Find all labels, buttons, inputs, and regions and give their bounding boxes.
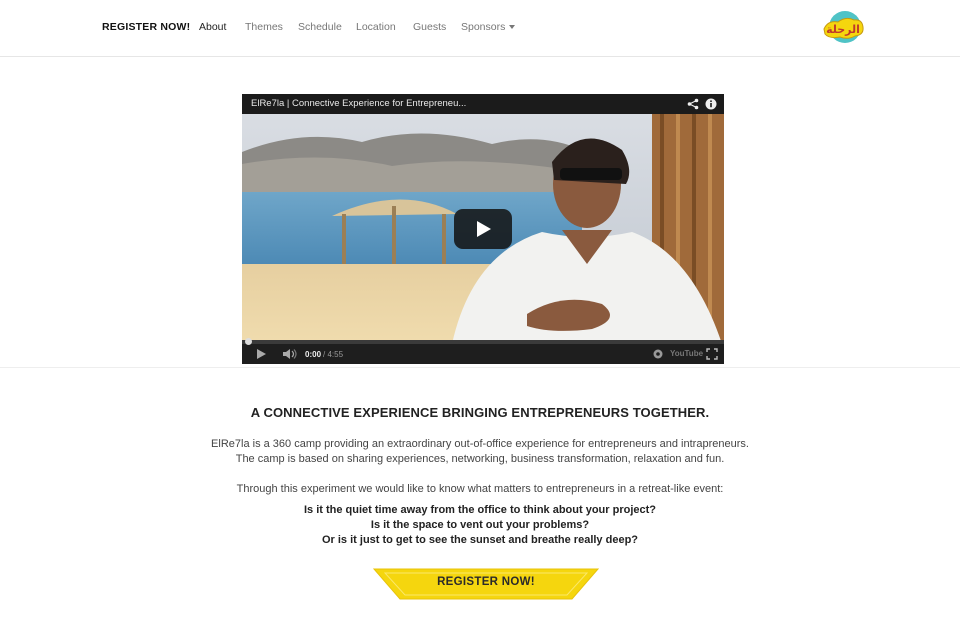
fullscreen-icon[interactable] [706, 348, 718, 360]
video-time-current: 0:00 [305, 350, 322, 359]
intro-paragraph-line-1: ElRe7la is a 360 camp providing an extra… [211, 438, 749, 450]
register-now-button[interactable]: REGISTER NOW! [372, 568, 600, 600]
register-now-label: REGISTER NOW! [437, 576, 535, 588]
nav-item-guests[interactable]: Guests [413, 21, 446, 33]
play-button[interactable] [454, 209, 512, 249]
question-1: Is it the quiet time away from the offic… [303, 504, 657, 516]
nav-item-sponsors-label: Sponsors [461, 21, 506, 33]
experiment-paragraph: Through this experiment we would like to… [236, 483, 724, 495]
nav-item-themes[interactable]: Themes [245, 21, 283, 33]
video-progress-bar[interactable] [242, 340, 724, 344]
chevron-down-icon [509, 25, 516, 30]
settings-icon[interactable] [652, 348, 664, 360]
volume-icon[interactable] [282, 348, 298, 360]
info-icon[interactable] [705, 98, 717, 110]
play-icon [477, 221, 491, 237]
video-player[interactable]: ElRe7la | Connective Experience for Entr… [242, 94, 724, 364]
top-navbar: REGISTER NOW! About Themes Schedule Loca… [0, 0, 960, 57]
section-headline: A CONNECTIVE EXPERIENCE BRINGING ENTREPR… [250, 405, 710, 420]
video-title[interactable]: ElRe7la | Connective Experience for Entr… [251, 98, 466, 109]
play-icon[interactable] [257, 349, 266, 359]
nav-item-about[interactable]: About [199, 21, 226, 33]
logo-text: الرحلة [826, 23, 860, 36]
youtube-logo[interactable]: YouTube [670, 349, 703, 358]
video-time-total: / 4:55 [323, 350, 344, 359]
video-section: ElRe7la | Connective Experience for Entr… [0, 57, 960, 368]
intro-paragraph-line-2: The camp is based on sharing experiences… [235, 453, 725, 465]
share-icon[interactable] [687, 98, 699, 110]
nav-item-sponsors[interactable]: Sponsors [461, 21, 516, 33]
nav-item-location[interactable]: Location [356, 21, 396, 33]
site-logo[interactable]: الرحلة [820, 8, 866, 46]
question-3: Or is it just to get to see the sunset a… [321, 534, 639, 546]
question-2: Is it the space to vent out your problem… [370, 519, 590, 531]
nav-register-now[interactable]: REGISTER NOW! [102, 21, 190, 33]
video-scrub-handle[interactable] [245, 338, 252, 345]
nav-item-schedule[interactable]: Schedule [298, 21, 342, 33]
